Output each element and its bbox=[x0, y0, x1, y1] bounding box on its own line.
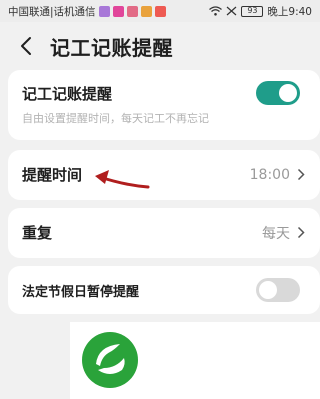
clock-text: 晚上9:40 bbox=[267, 5, 312, 18]
notification-app-icon-5 bbox=[154, 5, 166, 17]
chevron-left-icon bbox=[21, 37, 31, 55]
status-bar: 中国联通|话机通信 93 晚上9:40 bbox=[0, 0, 320, 22]
remind-time-content: 提醒时间 18:00 bbox=[22, 164, 306, 185]
holiday-pause-toggle-knob bbox=[259, 281, 277, 299]
status-right: 93 晚上9:40 bbox=[209, 4, 312, 19]
remind-time-label: 提醒时间 bbox=[22, 166, 83, 184]
remind-time-row[interactable]: 提醒时间 18:00 bbox=[8, 150, 320, 200]
chevron-right-icon bbox=[296, 226, 306, 240]
battery-icon: 93 bbox=[241, 5, 264, 17]
repeat-row[interactable]: 重复 每天 bbox=[8, 208, 320, 258]
logo-panel bbox=[70, 322, 320, 399]
repeat-value: 每天 bbox=[262, 225, 290, 242]
chevron-right-icon bbox=[296, 168, 306, 182]
notification-app-icon-1 bbox=[98, 5, 110, 17]
remind-time-value: 18:00 bbox=[249, 166, 290, 183]
notification-app-icon-4 bbox=[140, 5, 152, 17]
reminder-toggle-knob bbox=[279, 84, 297, 102]
back-button[interactable] bbox=[6, 22, 46, 70]
carrier-text: 中国联通|话机通信 bbox=[8, 5, 96, 18]
reminder-subtitle: 自由设置提醒时间，每天记工不再忘记 bbox=[22, 112, 209, 125]
green-leaf-logo-icon bbox=[82, 332, 138, 388]
page-title: 记工记账提醒 bbox=[50, 35, 173, 60]
reminder-title: 记工记账提醒 bbox=[22, 85, 113, 103]
holiday-pause-toggle[interactable] bbox=[256, 278, 300, 302]
top-app-bar: 记工记账提醒 bbox=[0, 22, 320, 70]
wifi-icon bbox=[209, 6, 223, 16]
holiday-pause-label: 法定节假日暂停提醒 bbox=[22, 285, 140, 300]
status-left: 中国联通|话机通信 bbox=[8, 4, 166, 19]
reminder-toggle[interactable] bbox=[256, 81, 300, 105]
notification-app-icon-2 bbox=[112, 5, 124, 17]
holiday-pause-row: 法定节假日暂停提醒 bbox=[8, 266, 320, 314]
red-arrow-pointer-icon bbox=[95, 170, 150, 189]
notification-app-icon-3 bbox=[126, 5, 138, 17]
repeat-label: 重复 bbox=[22, 224, 53, 242]
reminder-subtitle-row: 自由设置提醒时间，每天记工不再忘记 bbox=[22, 110, 306, 126]
no-sim-icon bbox=[227, 6, 237, 16]
battery-level: 93 bbox=[247, 6, 258, 15]
reminder-settings-card: 记工记账提醒 自由设置提醒时间，每天记工不再忘记 bbox=[8, 70, 320, 140]
repeat-content: 重复 每天 bbox=[22, 222, 306, 243]
